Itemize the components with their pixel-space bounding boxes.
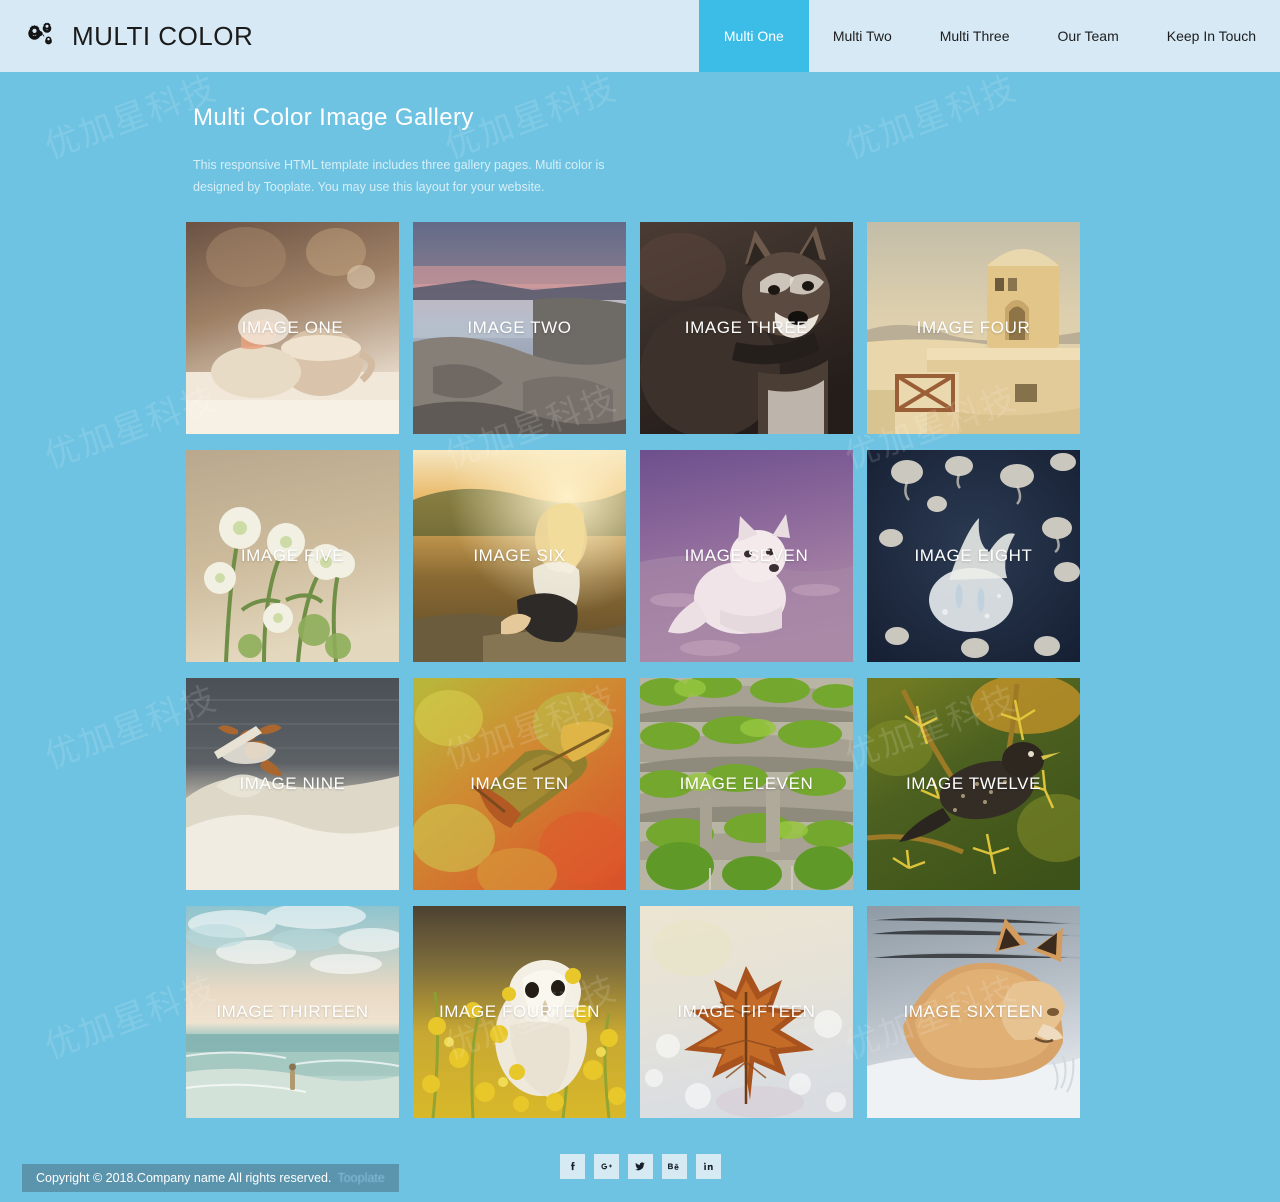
- gallery-item-label: IMAGE TWO: [467, 318, 572, 337]
- gallery-item-label: IMAGE FOUR: [916, 318, 1031, 337]
- gallery-item-label: IMAGE FOURTEEN: [438, 1002, 601, 1021]
- page-description: This responsive HTML template includes t…: [193, 158, 605, 194]
- twitter-icon[interactable]: [627, 1154, 653, 1179]
- gallery-item-image-sixteen[interactable]: IMAGE SIXTEEN: [867, 906, 1080, 1118]
- gallery-item-label: IMAGE FIFTEEN: [677, 1002, 816, 1021]
- gallery-item-label: IMAGE FIVE: [240, 546, 345, 565]
- gallery-item-label: IMAGE TWELVE: [905, 774, 1042, 793]
- gallery-item-image-ten[interactable]: IMAGE TEN: [413, 678, 626, 890]
- gallery-item-image-seven[interactable]: IMAGE SEVEN: [640, 450, 853, 662]
- gallery-item-label: IMAGE TEN: [470, 774, 569, 793]
- nav-item-multi-three[interactable]: Multi Three: [916, 0, 1034, 72]
- site-header: MULTI COLOR Multi One Multi Two Multi Th…: [0, 0, 1280, 72]
- gallery-item-label: IMAGE SIXTEEN: [903, 1002, 1044, 1021]
- gallery-item-label: IMAGE THREE: [684, 318, 809, 337]
- gallery-item-image-eight[interactable]: IMAGE EIGHT: [867, 450, 1080, 662]
- gallery-item-image-six[interactable]: IMAGE SIX: [413, 450, 626, 662]
- page-intro: Multi Color Image Gallery This responsiv…: [0, 72, 1280, 198]
- gallery-item-label: IMAGE THIRTEEN: [216, 1002, 369, 1021]
- gallery-item-image-four[interactable]: IMAGE FOUR: [867, 222, 1080, 434]
- gallery-item-label: IMAGE SEVEN: [684, 546, 809, 565]
- copyright-bar: Copyright © 2018.Company name All rights…: [22, 1164, 399, 1192]
- image-gallery: IMAGE ONE IMAGE TWO IMAGE THREE IMAGE FO…: [186, 222, 1086, 1118]
- credit-link[interactable]: Tooplate: [337, 1171, 384, 1185]
- google-plus-icon[interactable]: [593, 1154, 619, 1179]
- brand-name: MULTI COLOR: [72, 20, 254, 51]
- gallery-item-image-one[interactable]: IMAGE ONE: [186, 222, 399, 434]
- copyright-text: Copyright © 2018.Company name All rights…: [36, 1171, 332, 1185]
- gallery-item-image-three[interactable]: IMAGE THREE: [640, 222, 853, 434]
- gallery-item-label: IMAGE ONE: [241, 318, 344, 337]
- gallery-item-image-fifteen[interactable]: IMAGE FIFTEEN: [640, 906, 853, 1118]
- page-title: Multi Color Image Gallery: [193, 104, 474, 131]
- gallery-item-image-eleven[interactable]: IMAGE ELEVEN: [640, 678, 853, 890]
- gallery-item-image-five[interactable]: IMAGE FIVE: [186, 450, 399, 662]
- nav-item-our-team[interactable]: Our Team: [1034, 0, 1143, 72]
- main-nav: Multi One Multi Two Multi Three Our Team…: [698, 0, 1280, 72]
- gallery-item-image-fourteen[interactable]: IMAGE FOURTEEN: [413, 906, 626, 1118]
- cogs-icon: [24, 21, 58, 51]
- gallery-item-image-twelve[interactable]: IMAGE TWELVE: [867, 678, 1080, 890]
- gallery-item-label: IMAGE SIX: [473, 546, 566, 565]
- nav-item-keep-in-touch[interactable]: Keep In Touch: [1143, 0, 1280, 72]
- nav-item-multi-one[interactable]: Multi One: [698, 0, 809, 72]
- gallery-item-label: IMAGE NINE: [239, 774, 346, 793]
- behance-icon[interactable]: [661, 1154, 687, 1179]
- nav-item-multi-two[interactable]: Multi Two: [809, 0, 916, 72]
- gallery-item-label: IMAGE ELEVEN: [679, 774, 814, 793]
- facebook-icon[interactable]: [559, 1154, 585, 1179]
- gallery-item-image-nine[interactable]: IMAGE NINE: [186, 678, 399, 890]
- gallery-item-image-two[interactable]: IMAGE TWO: [413, 222, 626, 434]
- linkedin-icon[interactable]: [695, 1154, 721, 1179]
- gallery-item-image-thirteen[interactable]: IMAGE THIRTEEN: [186, 906, 399, 1118]
- brand[interactable]: MULTI COLOR: [0, 0, 253, 72]
- gallery-item-label: IMAGE EIGHT: [914, 546, 1033, 565]
